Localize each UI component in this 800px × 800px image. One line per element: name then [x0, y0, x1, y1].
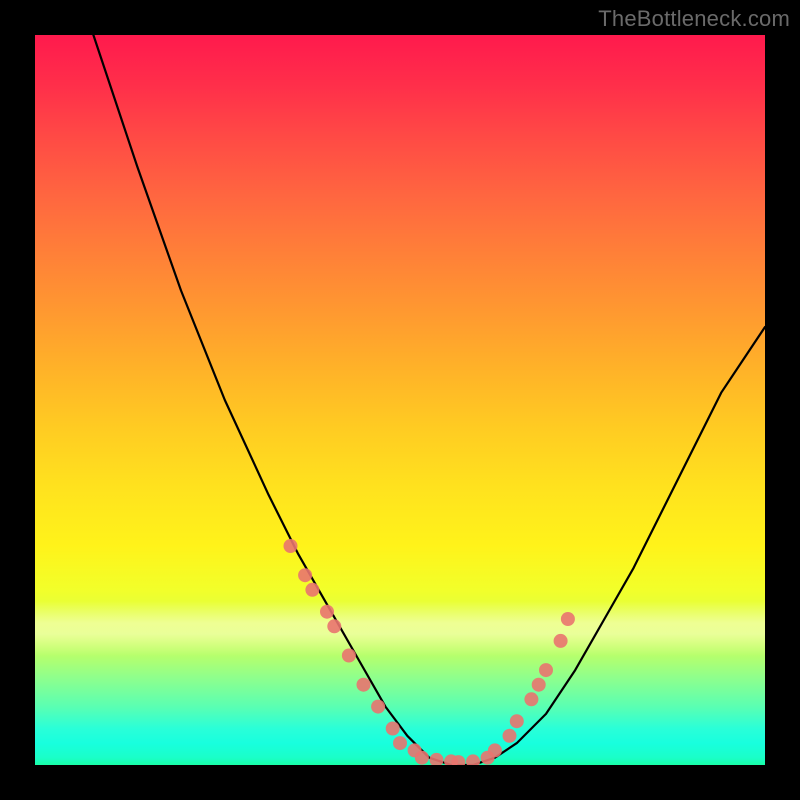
red-dot: [510, 714, 524, 728]
chart-frame: TheBottleneck.com: [0, 0, 800, 800]
black-curve-path: [93, 35, 765, 765]
red-dot: [524, 692, 538, 706]
red-dot: [371, 700, 385, 714]
red-dot: [503, 729, 517, 743]
red-dot: [357, 678, 371, 692]
red-dot: [415, 751, 429, 765]
red-dot: [532, 678, 546, 692]
red-dot: [305, 583, 319, 597]
red-dot: [298, 568, 312, 582]
red-dot: [466, 754, 480, 765]
red-dot: [320, 605, 334, 619]
red-dot: [561, 612, 575, 626]
plot-area: [35, 35, 765, 765]
red-dot: [342, 649, 356, 663]
curve-layer: [35, 35, 765, 765]
red-dot: [554, 634, 568, 648]
watermark-text: TheBottleneck.com: [598, 6, 790, 32]
red-dot: [393, 736, 407, 750]
red-dots: [284, 539, 575, 765]
red-dot: [386, 722, 400, 736]
red-dot: [488, 743, 502, 757]
black-curve: [93, 35, 765, 765]
red-dot: [539, 663, 553, 677]
red-dot: [284, 539, 298, 553]
red-dot: [327, 619, 341, 633]
red-dot: [430, 753, 444, 765]
